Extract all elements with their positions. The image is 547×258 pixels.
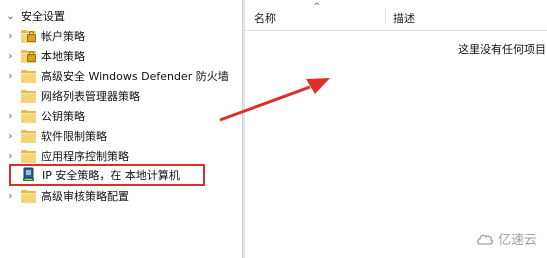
tree-item-advanced-audit[interactable]: › 高级审核策略配置 — [0, 186, 240, 206]
highlight-box — [9, 164, 205, 186]
tree-item-firewall[interactable]: › 高级安全 Windows Defender 防火墙 — [0, 66, 240, 86]
watermark: 亿速云 — [476, 229, 537, 248]
chevron-right-icon[interactable]: › — [6, 71, 15, 82]
list-pane: ^ 名称 描述 这里没有任何项目 — [245, 0, 547, 258]
tree-item-network-list-manager[interactable]: › 网络列表管理器策略 — [0, 86, 240, 106]
empty-list-message: 这里没有任何项目 — [458, 43, 546, 56]
tree-item-label: 网络列表管理器策略 — [41, 90, 140, 103]
chevron-right-icon[interactable]: › — [6, 131, 15, 142]
chevron-down-icon[interactable]: ⌄ — [6, 11, 15, 22]
folder-icon — [21, 70, 36, 83]
chevron-right-icon[interactable]: › — [6, 111, 15, 122]
tree-item-label: 软件限制策略 — [41, 130, 107, 143]
sort-caret-icon: ^ — [313, 2, 321, 12]
watermark-text: 亿速云 — [497, 233, 537, 248]
tree-item-label: 高级安全 Windows Defender 防火墙 — [41, 70, 229, 83]
chevron-right-icon[interactable]: › — [6, 191, 15, 202]
tree-item-label: 公钥策略 — [41, 110, 85, 123]
tree-root-label: 安全设置 — [21, 10, 65, 23]
folder-icon — [21, 110, 36, 123]
cloud-logo-icon — [477, 234, 494, 245]
lock-folder-icon — [21, 50, 36, 63]
tree-item-local-policies[interactable]: › 本地策略 — [0, 46, 240, 66]
tree-pane: ⌄ 安全设置 › 帐户策略 › 本地策略 › 高级安全 Windows Defe… — [0, 0, 242, 258]
chevron-right-icon[interactable]: › — [6, 51, 15, 62]
tree-item-software-restriction[interactable]: › 软件限制策略 — [0, 126, 240, 146]
folder-icon — [21, 150, 36, 163]
tree-item-label: 高级审核策略配置 — [41, 190, 129, 203]
folder-icon — [21, 130, 36, 143]
chevron-right-icon[interactable]: › — [6, 31, 15, 42]
folder-icon — [21, 190, 36, 203]
tree-root-security-settings[interactable]: ⌄ 安全设置 — [0, 6, 240, 26]
tree-item-label: 帐户策略 — [41, 30, 85, 43]
tree-item-public-key-policies[interactable]: › 公钥策略 — [0, 106, 240, 126]
column-separator[interactable] — [385, 8, 386, 24]
column-header-description[interactable]: 描述 — [393, 10, 415, 26]
lock-folder-icon — [21, 30, 36, 43]
column-header-name[interactable]: 名称 — [254, 10, 276, 26]
folder-icon — [21, 90, 36, 103]
tree-item-account-policies[interactable]: › 帐户策略 — [0, 26, 240, 46]
chevron-right-icon[interactable]: › — [6, 151, 15, 162]
list-header: ^ 名称 描述 — [245, 0, 547, 31]
tree-item-label: 应用程序控制策略 — [41, 150, 129, 163]
tree-item-app-control[interactable]: › 应用程序控制策略 — [0, 146, 240, 166]
tree-item-label: 本地策略 — [41, 50, 85, 63]
